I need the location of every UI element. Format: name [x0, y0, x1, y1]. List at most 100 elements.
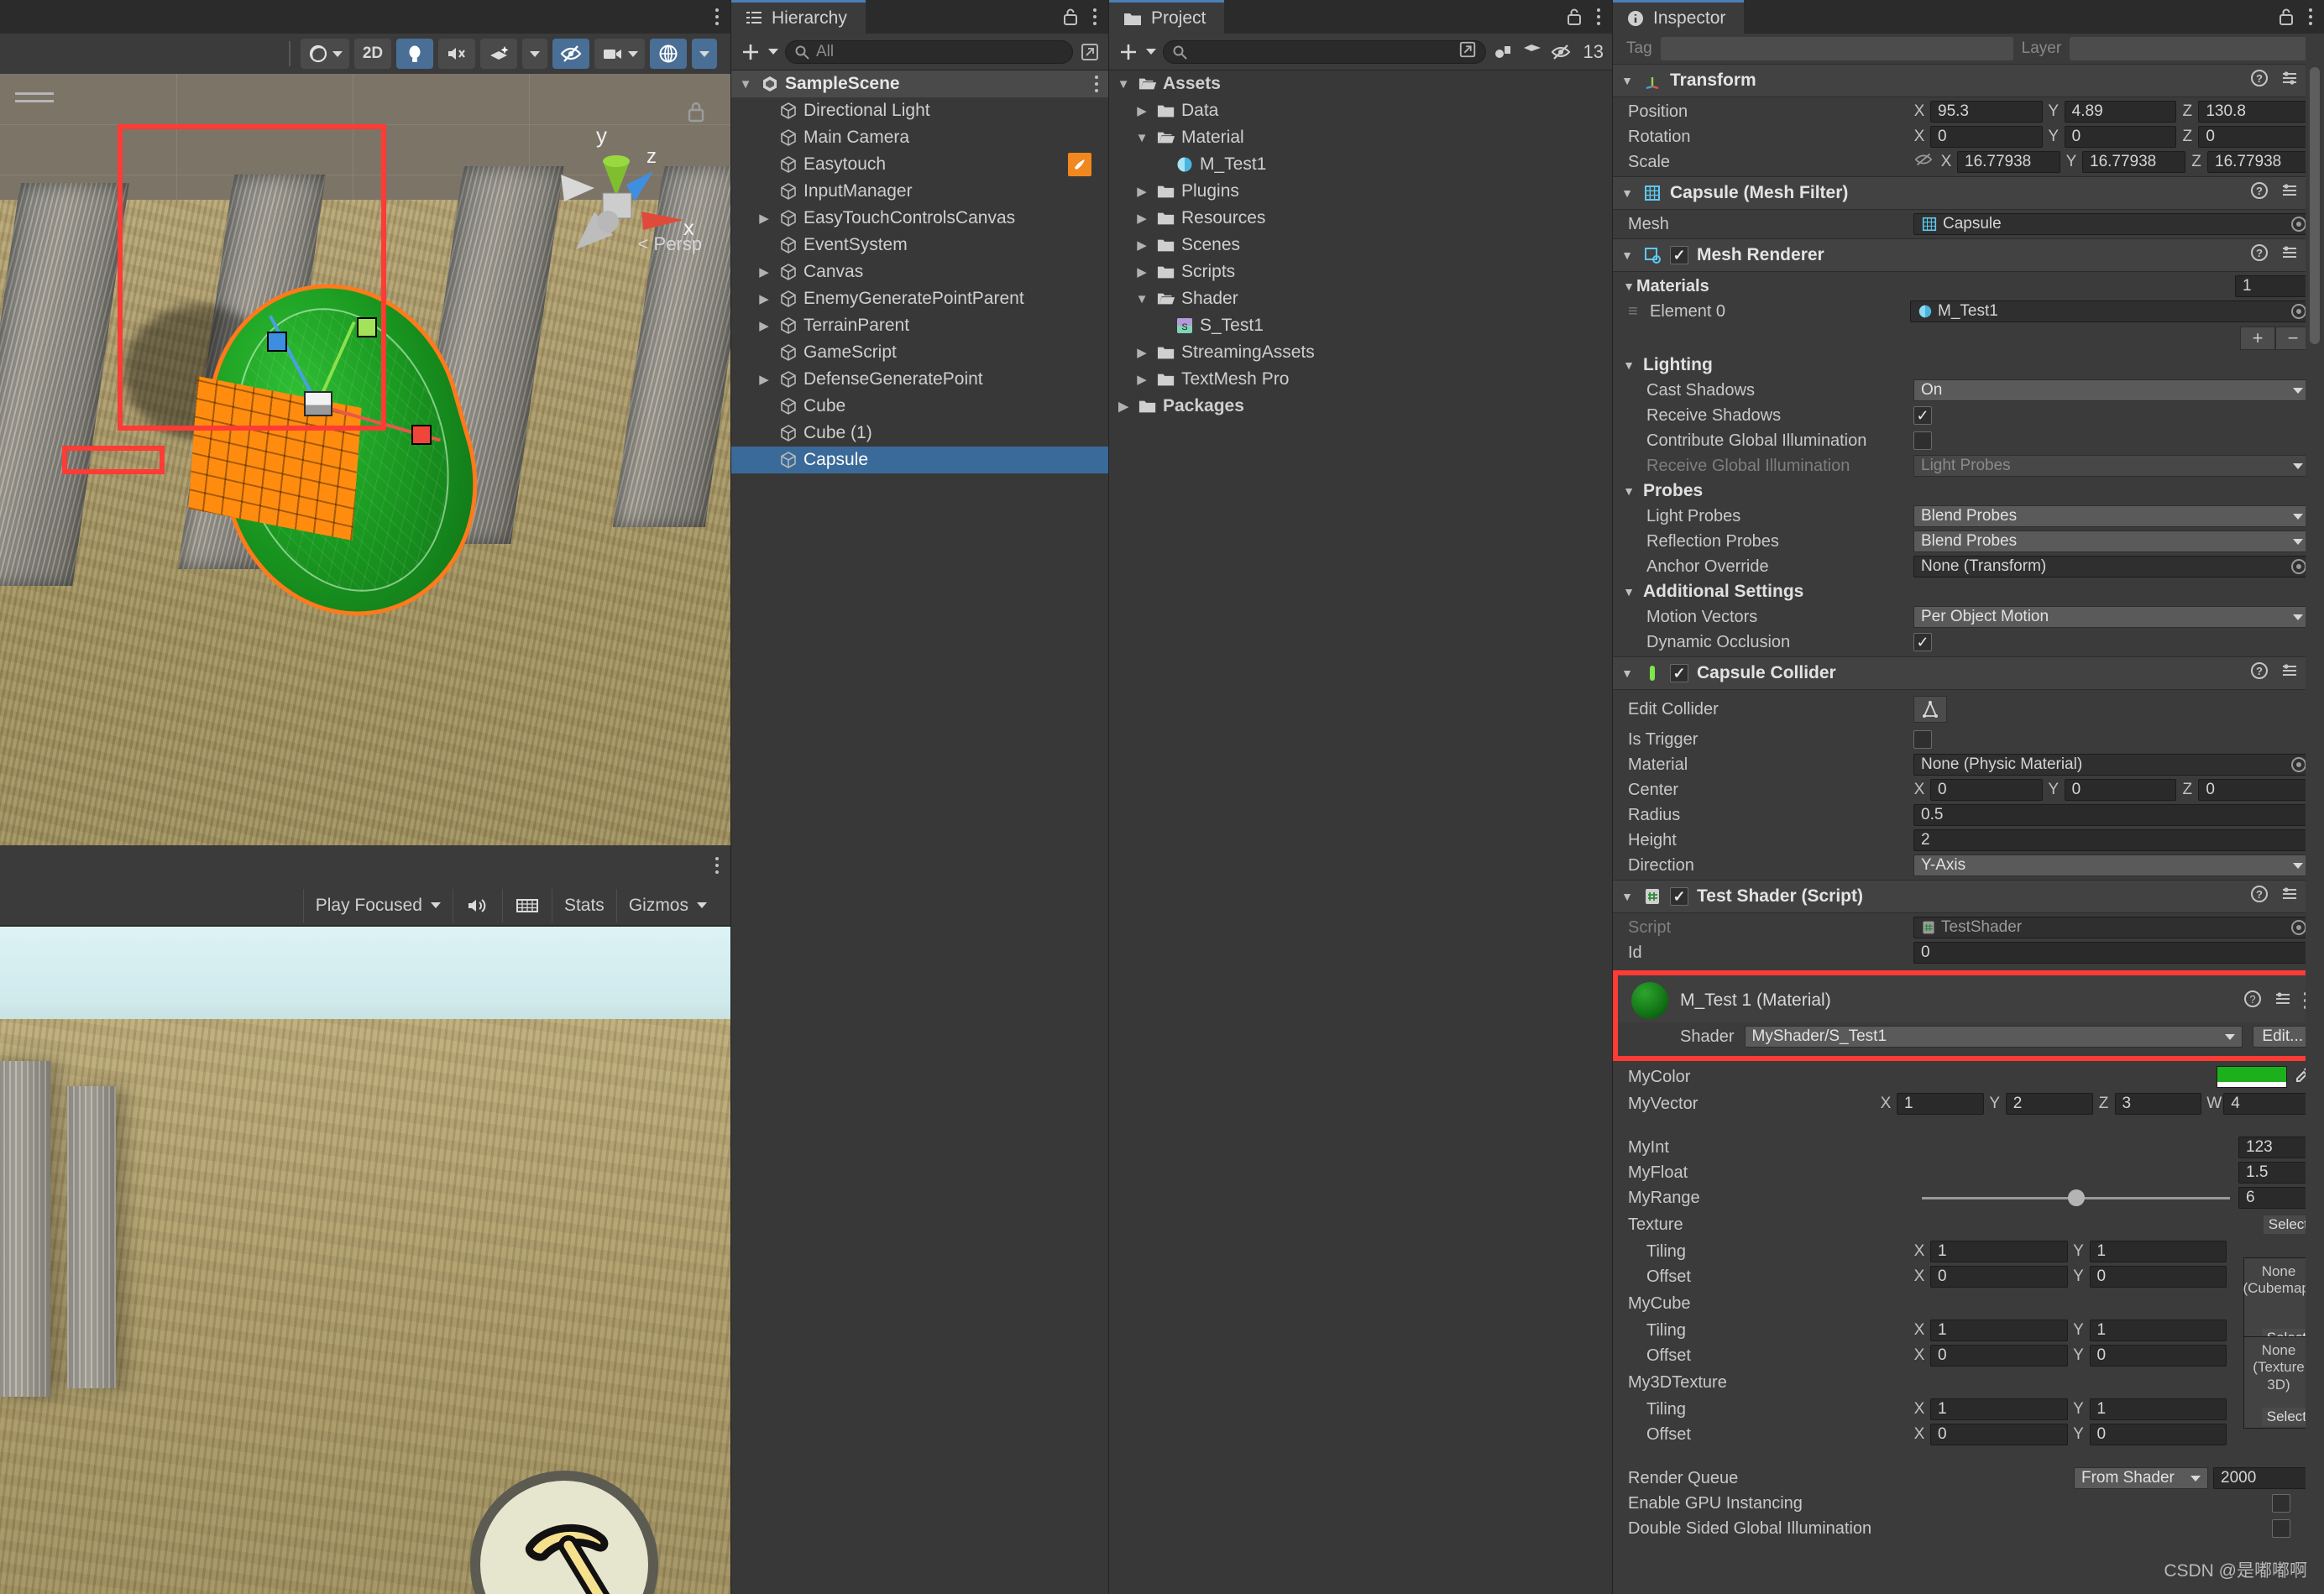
gizmos-dropdown-button[interactable] — [692, 39, 717, 69]
gizmos-toggle-button[interactable] — [650, 39, 687, 69]
material-header[interactable]: M_Test 1 (Material) ? — [1618, 975, 2319, 1022]
scene-context-kebab-icon[interactable] — [1095, 74, 1098, 94]
hierarchy-tree[interactable]: ▼SampleScene▶Directional Light▶Main Came… — [62, 71, 1108, 1594]
project-item-shader[interactable]: ▼ Shader — [1109, 285, 1612, 312]
project-item-packages[interactable]: ▶ Packages — [1109, 393, 1612, 420]
twirl-right-icon[interactable]: ▶ — [1133, 103, 1151, 118]
edit-collider-button[interactable] — [1913, 696, 1947, 723]
hidden-eye-icon[interactable] — [1550, 43, 1573, 61]
gizmo-handle-y[interactable] — [357, 317, 377, 337]
help-icon[interactable]: ? — [2250, 885, 2269, 908]
add-asset-button[interactable] — [1118, 41, 1139, 63]
project-item-streamingassets[interactable]: ▶ StreamingAssets — [1109, 339, 1612, 366]
texture-offset-x-input[interactable]: 0 — [1930, 1266, 2068, 1288]
twirl-right-icon[interactable]: ▶ — [755, 264, 773, 280]
foldout-arrow-icon[interactable]: ▼ — [1621, 585, 1636, 598]
render-queue-input[interactable]: 2000 — [2213, 1467, 2314, 1489]
gizmos-button[interactable]: Gizmos — [615, 888, 719, 922]
receive-shadows-checkbox[interactable] — [1913, 406, 1932, 425]
scene-menu-kebab-icon[interactable] — [715, 7, 719, 27]
myvector-z-input[interactable]: 3 — [2114, 1093, 2202, 1115]
twirl-right-icon[interactable]: ▶ — [1114, 399, 1133, 414]
help-icon[interactable]: ? — [2250, 69, 2269, 92]
project-open-window-icon[interactable] — [1458, 40, 1477, 64]
mycolor-swatch[interactable] — [2217, 1066, 2287, 1088]
game-viewport[interactable] — [0, 927, 730, 1594]
add-material-button[interactable]: + — [2240, 327, 2275, 350]
project-item-m-test1[interactable]: ▶M_Test1 — [1109, 151, 1612, 178]
camera-settings-button[interactable] — [594, 39, 645, 69]
project-item-assets[interactable]: ▼ Assets — [1109, 71, 1612, 97]
shader-edit-button[interactable]: Edit... — [2253, 1026, 2312, 1048]
my3dtexture-object-field[interactable]: None (Texture 3D) Select — [2243, 1336, 2314, 1429]
center-y-input[interactable]: 0 — [2064, 779, 2177, 801]
rotation-x-input[interactable]: 0 — [1930, 126, 2043, 148]
shading-mode-button[interactable] — [301, 39, 349, 69]
help-icon[interactable]: ? — [2243, 990, 2262, 1012]
object-picker-icon[interactable] — [2291, 757, 2306, 772]
label-icon[interactable] — [1521, 42, 1543, 62]
hierarchy-item-inputmanager[interactable]: ▶InputManager — [731, 178, 1108, 205]
my3dtexture-tiling-x-input[interactable]: 1 — [1930, 1398, 2068, 1420]
twirl-right-icon[interactable]: ▶ — [1133, 264, 1151, 280]
myrange-slider[interactable] — [1913, 1187, 2238, 1209]
preset-icon[interactable] — [2280, 243, 2299, 267]
mycube-offset-x-input[interactable]: 0 — [1930, 1345, 2068, 1367]
project-item-material[interactable]: ▼ Material — [1109, 124, 1612, 151]
mycube-offset-y-input[interactable]: 0 — [2089, 1345, 2227, 1367]
foldout-arrow-icon[interactable]: ▼ — [1621, 358, 1636, 372]
myvector-w-input[interactable]: 4 — [2223, 1093, 2311, 1115]
mycube-tiling-x-input[interactable]: 1 — [1930, 1320, 2068, 1341]
component-header-mesh-filter[interactable]: ▼ Capsule (Mesh Filter) ? — [1613, 176, 2324, 210]
component-header-test-shader[interactable]: ▼ Test Shader (Script) ? — [1613, 880, 2324, 913]
add-dropdown-chevron-icon[interactable] — [1146, 49, 1156, 55]
twirl-right-icon[interactable]: ▶ — [755, 291, 773, 306]
scene-footer-kebab-icon[interactable] — [715, 855, 719, 875]
gizmo-center-handle[interactable] — [304, 391, 332, 416]
tab-project[interactable]: Project — [1109, 0, 1225, 34]
preset-icon[interactable] — [2280, 181, 2299, 205]
center-xyz[interactable]: X 0 Y 0 Z 0 — [1913, 779, 2324, 801]
foldout-arrow-icon[interactable]: ▼ — [1620, 186, 1635, 200]
object-picker-icon[interactable] — [2291, 304, 2306, 319]
center-z-input[interactable]: 0 — [2198, 779, 2311, 801]
gizmo-handle-x[interactable] — [411, 425, 432, 445]
twirl-right-icon[interactable]: ▶ — [1133, 184, 1151, 199]
hierarchy-item-easytouchcontrolscanvas[interactable]: ▶ EasyTouchControlsCanvas — [731, 205, 1108, 232]
scene-orientation-gizmo[interactable]: y z x — [542, 94, 694, 253]
preset-icon[interactable] — [2274, 990, 2292, 1012]
hierarchy-item-cube[interactable]: ▶Cube — [731, 393, 1108, 420]
project-item-plugins[interactable]: ▶ Plugins — [1109, 178, 1612, 205]
additional-settings-group-header[interactable]: ▼ Additional Settings — [1613, 579, 2324, 604]
my3dtexture-offset-y-input[interactable]: 0 — [2089, 1424, 2227, 1445]
fx-dropdown-button[interactable] — [522, 39, 547, 69]
help-icon[interactable]: ? — [2250, 181, 2269, 205]
myvector-y-input[interactable]: 2 — [2005, 1093, 2093, 1115]
hierarchy-item-capsule[interactable]: ▶Capsule — [731, 447, 1108, 473]
reflection-probes-dropdown[interactable]: Blend Probes — [1913, 530, 2311, 552]
add-dropdown-chevron-icon[interactable] — [768, 49, 778, 55]
position-xyz[interactable]: X 95.3 Y 4.89 Z 130.8 — [1913, 101, 2324, 123]
myfloat-input[interactable]: 1.5 — [2238, 1162, 2314, 1184]
lighting-group-header[interactable]: ▼ Lighting — [1613, 353, 2324, 378]
project-menu-kebab-icon[interactable] — [1597, 7, 1600, 27]
preset-icon[interactable] — [2280, 885, 2299, 908]
twirl-down-icon[interactable]: ▼ — [1133, 292, 1151, 306]
position-x-input[interactable]: 95.3 — [1930, 101, 2043, 123]
dynamic-occlusion-checkbox[interactable] — [1913, 633, 1932, 651]
inspector-menu-kebab-icon[interactable] — [2309, 7, 2312, 27]
cast-shadows-dropdown[interactable]: On — [1913, 379, 2311, 401]
twirl-down-icon[interactable]: ▼ — [736, 77, 755, 91]
preset-icon[interactable] — [2280, 69, 2299, 92]
foldout-arrow-icon[interactable]: ▼ — [1620, 666, 1635, 680]
hierarchy-item-samplescene[interactable]: ▼ SampleScene — [731, 71, 1108, 97]
twirl-right-icon[interactable]: ▶ — [1133, 211, 1151, 226]
2d-toggle-button[interactable]: 2D — [354, 39, 391, 69]
hierarchy-item-easytouch[interactable]: ▶Easytouch — [731, 151, 1108, 178]
mesh-renderer-enabled-checkbox[interactable] — [1670, 246, 1688, 264]
mute-audio-button[interactable] — [452, 888, 502, 922]
hierarchy-item-enemygeneratepointparent[interactable]: ▶ EnemyGeneratePointParent — [731, 285, 1108, 312]
component-header-mesh-renderer[interactable]: ▼ Mesh Renderer ? — [1613, 238, 2324, 272]
constrain-proportions-icon[interactable] — [1913, 151, 1934, 173]
myrange-input[interactable]: 6 — [2238, 1187, 2314, 1209]
